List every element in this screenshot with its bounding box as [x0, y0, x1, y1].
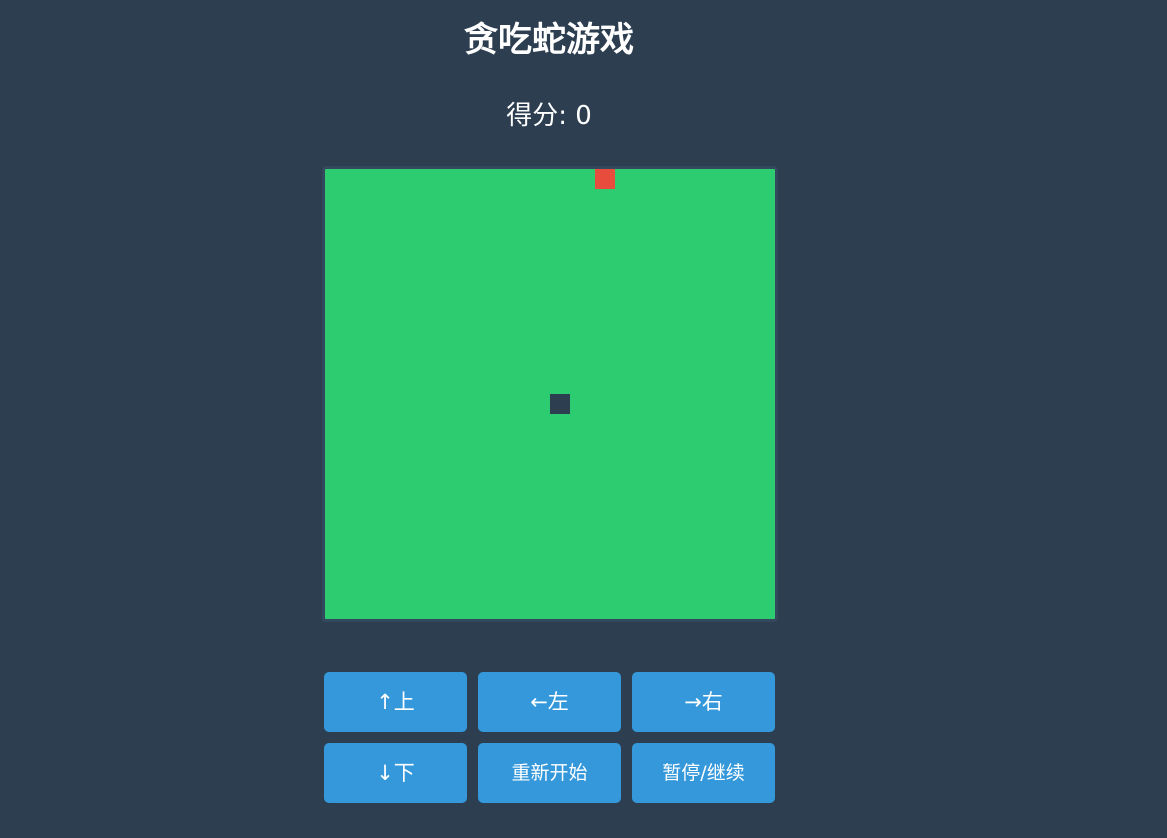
left-button[interactable]: ←左 — [478, 672, 621, 732]
game-board[interactable] — [322, 166, 778, 622]
food — [595, 169, 615, 189]
restart-button[interactable]: 重新开始 — [478, 743, 621, 803]
right-button[interactable]: →右 — [632, 672, 775, 732]
snake-head — [550, 394, 570, 414]
page-title: 贪吃蛇游戏 — [464, 20, 634, 60]
up-button[interactable]: ↑上 — [324, 672, 467, 732]
score-display: 得分: 0 — [506, 101, 592, 131]
pause-resume-button[interactable]: 暂停/继续 — [632, 743, 775, 803]
down-button[interactable]: ↓下 — [324, 743, 467, 803]
